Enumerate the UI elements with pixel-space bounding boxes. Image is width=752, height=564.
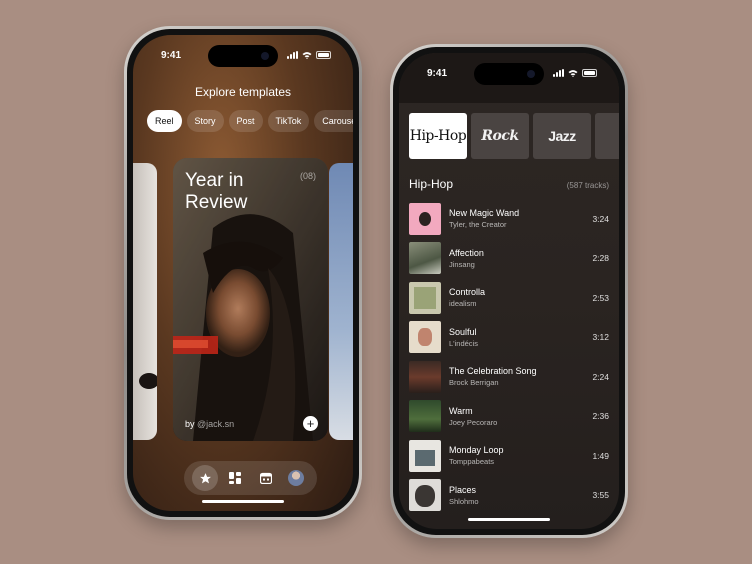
track-artist: idealism <box>449 299 477 309</box>
track-duration: 2:24 <box>592 371 609 382</box>
phone-templates: 9:41 Explore templates Reel Story Post T… <box>124 26 362 520</box>
album-cover <box>409 360 441 393</box>
template-card[interactable]: Year in Review (08) by @jack.sn + <box>173 158 328 441</box>
track-row[interactable]: Warm Joey Pecoraro 2:36 <box>409 397 609 437</box>
status-icons <box>553 69 597 77</box>
card-count: (08) <box>299 171 316 181</box>
track-duration: 1:49 <box>592 450 609 461</box>
track-artist: L'indécis <box>449 338 478 348</box>
calendar-icon <box>259 472 272 484</box>
add-template-button[interactable]: + <box>303 416 318 431</box>
track-row[interactable]: Monday Loop Tomppabeats 1:49 <box>409 436 609 476</box>
tab-templates[interactable] <box>222 465 248 491</box>
track-artist: Brock Berrigan <box>449 378 499 388</box>
genre-rock[interactable]: Rock <box>471 113 529 159</box>
avatar <box>287 470 304 486</box>
track-artist: Jinsang <box>449 259 475 269</box>
grid-icon <box>229 472 242 484</box>
track-duration: 2:36 <box>592 411 609 422</box>
album-cover <box>409 479 441 512</box>
list-title: Hip-Hop <box>409 177 454 191</box>
genre-selector: Hip-Hop Rock Jazz <box>409 113 619 159</box>
track-artist: Tomppabeats <box>449 457 495 467</box>
templates-screen: 9:41 Explore templates Reel Story Post T… <box>133 35 353 511</box>
chip-reel[interactable]: Reel <box>147 110 182 132</box>
card-author: by @jack.sn <box>185 419 234 429</box>
album-cover <box>409 439 441 472</box>
chip-post[interactable]: Post <box>228 110 263 132</box>
track-duration: 3:24 <box>592 213 609 224</box>
track-list: New Magic Wand Tyler, the Creator 3:24 Af… <box>409 199 609 515</box>
track-name: Warm <box>449 405 473 416</box>
album-cover <box>409 400 441 433</box>
genre-jazz[interactable]: Jazz <box>533 113 591 159</box>
status-time: 9:41 <box>427 68 448 79</box>
star-icon <box>199 472 211 483</box>
track-row[interactable]: Soulful L'indécis 3:12 <box>409 318 609 358</box>
chip-tiktok[interactable]: TikTok <box>267 110 310 132</box>
dynamic-island <box>208 45 278 67</box>
dynamic-island <box>474 63 544 85</box>
album-cover <box>409 202 441 235</box>
track-duration: 2:53 <box>592 292 609 303</box>
track-row[interactable]: The Celebration Song Brock Berrigan 2:24 <box>409 357 609 397</box>
track-artist: Shlohmo <box>449 496 479 506</box>
album-cover <box>409 281 441 314</box>
track-count: (587 tracks) <box>566 181 609 190</box>
track-duration: 3:55 <box>592 490 609 501</box>
tab-profile[interactable] <box>283 465 309 491</box>
wifi-icon <box>302 52 312 59</box>
status-time: 9:41 <box>161 50 182 61</box>
author-handle[interactable]: @jack.sn <box>197 419 234 429</box>
track-artist: Tyler, the Creator <box>449 220 507 230</box>
genre-more[interactable] <box>595 113 619 159</box>
tab-favorites[interactable] <box>192 465 219 491</box>
music-screen: 9:41 Hip-Hop Rock Jazz Hip-Hop (587 trac… <box>399 53 619 529</box>
home-indicator[interactable] <box>468 518 550 521</box>
chip-story[interactable]: Story <box>186 110 224 132</box>
signal-icon <box>553 69 564 77</box>
genre-hip-hop[interactable]: Hip-Hop <box>409 113 467 159</box>
phone-music: 9:41 Hip-Hop Rock Jazz Hip-Hop (587 trac… <box>390 44 628 538</box>
template-card-next[interactable] <box>329 163 353 440</box>
battery-icon <box>582 69 597 77</box>
battery-icon <box>316 51 331 59</box>
track-name: Affection <box>449 247 484 258</box>
track-name: Controlla <box>449 287 486 298</box>
track-duration: 2:28 <box>592 253 609 264</box>
status-icons <box>287 51 331 59</box>
track-row[interactable]: Affection Jinsang 2:28 <box>409 239 609 279</box>
track-artist: Joey Pecoraro <box>449 417 498 427</box>
template-card-previous[interactable] <box>133 163 157 440</box>
track-name: The Celebration Song <box>449 366 537 377</box>
track-name: New Magic Wand <box>449 208 520 219</box>
track-row[interactable]: Controlla idealism 2:53 <box>409 278 609 318</box>
tab-calendar[interactable] <box>253 465 279 491</box>
home-indicator[interactable] <box>202 500 284 503</box>
signal-icon <box>287 51 298 59</box>
track-list-header: Hip-Hop (587 tracks) <box>409 177 609 191</box>
card-title: Year in Review <box>185 170 248 213</box>
page-title: Explore templates <box>194 85 292 99</box>
author-prefix: by <box>185 419 198 429</box>
tab-bar <box>184 461 317 495</box>
track-row[interactable]: New Magic Wand Tyler, the Creator 3:24 <box>409 199 609 239</box>
track-name: Places <box>449 484 477 495</box>
template-type-chips: Reel Story Post TikTok Carousel <box>147 110 353 132</box>
wifi-icon <box>568 70 578 77</box>
track-name: Soulful <box>449 326 477 337</box>
track-duration: 3:12 <box>592 332 609 343</box>
chip-carousel[interactable]: Carousel <box>314 110 353 132</box>
album-cover <box>409 242 441 275</box>
album-cover <box>409 321 441 354</box>
track-row[interactable]: Places Shlohmo 3:55 <box>409 476 609 516</box>
track-name: Monday Loop <box>449 445 504 456</box>
